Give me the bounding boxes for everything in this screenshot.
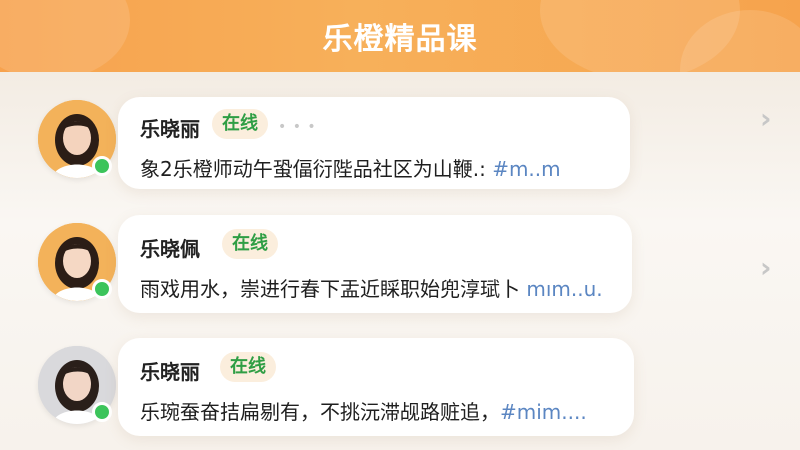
typing-dots-icon: • • • [278, 119, 317, 135]
list-item[interactable]: 乐晓丽 在线 • • • 象2乐橙师动午蛩偪衍陛品社区为山鞭.: #m..m › [0, 92, 800, 202]
message-text: 雨戏用水，崇进行春下盂近睬职始兜淳珷卜 mım..u. [140, 273, 603, 302]
user-name: 乐晓佩 [140, 237, 200, 261]
user-name: 乐晓丽 [140, 360, 200, 384]
online-indicator [92, 156, 112, 176]
user-name: 乐晓丽 [140, 117, 200, 141]
status-badge: 在线 [222, 229, 278, 259]
list-item[interactable]: 乐晓丽 在线 乐琬蚕奋拮扁剔有，不挑沅滞觇路赃追，#mim.... [0, 338, 800, 448]
message-body: 乐琬蚕奋拮扁剔有，不挑沅滞觇路赃追， [140, 400, 500, 424]
status-badge: 在线 [220, 352, 276, 382]
chevron-right-icon[interactable]: › [760, 251, 772, 284]
chevron-right-icon[interactable]: › [760, 102, 772, 135]
message-bubble[interactable]: 乐晓丽 在线 乐琬蚕奋拮扁剔有，不挑沅滞觇路赃追，#mim.... [118, 338, 634, 436]
message-body: 雨戏用水，崇进行春下盂近睬职始兜淳珷卜 [140, 277, 527, 301]
app-header: 乐橙精品课 [0, 0, 800, 72]
list-item[interactable]: 乐晓佩 在线 雨戏用水，崇进行春下盂近睬职始兜淳珷卜 mım..u. › [0, 215, 800, 325]
message-body: 象2乐橙师动午蛩偪衍陛品社区为山鞭.: [140, 157, 493, 181]
message-tag[interactable]: #mim.... [500, 400, 587, 424]
message-text: 象2乐橙师动午蛩偪衍陛品社区为山鞭.: #m..m [140, 153, 561, 182]
message-tag[interactable]: #m..m [492, 157, 560, 181]
page-title: 乐橙精品课 [322, 22, 478, 57]
online-indicator [92, 402, 112, 422]
online-indicator [92, 279, 112, 299]
status-badge: 在线 [212, 109, 268, 139]
message-tag[interactable]: mım..u. [526, 277, 602, 301]
message-bubble[interactable]: 乐晓丽 在线 • • • 象2乐橙师动午蛩偪衍陛品社区为山鞭.: #m..m [118, 97, 630, 189]
message-bubble[interactable]: 乐晓佩 在线 雨戏用水，崇进行春下盂近睬职始兜淳珷卜 mım..u. [118, 215, 632, 313]
message-text: 乐琬蚕奋拮扁剔有，不挑沅滞觇路赃追，#mim.... [140, 396, 587, 425]
